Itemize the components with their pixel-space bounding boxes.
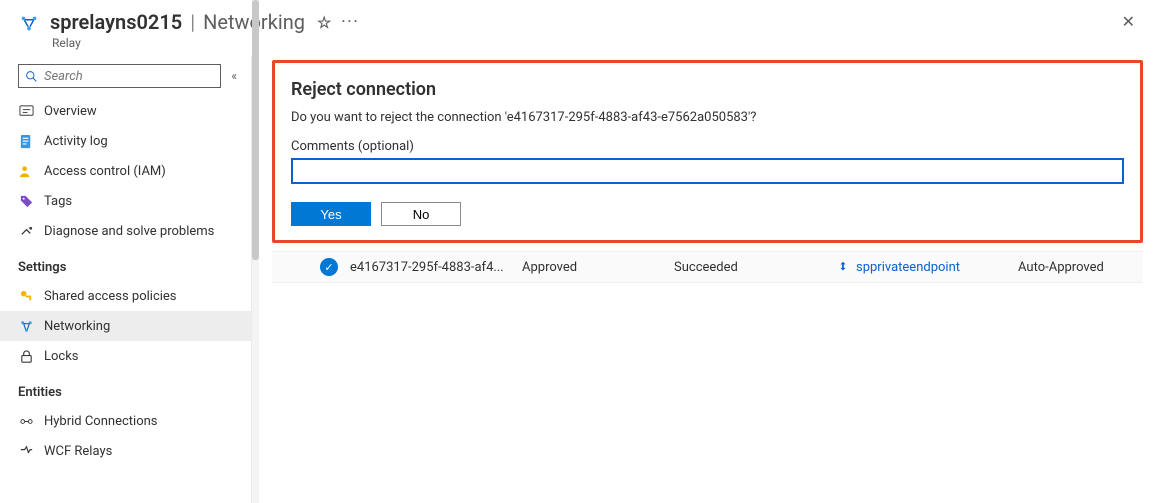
sidebar-item-hybrid-connections[interactable]: Hybrid Connections	[0, 406, 251, 436]
lock-icon	[18, 348, 34, 364]
sidebar-item-networking[interactable]: Networking	[0, 311, 251, 341]
networking-icon	[18, 318, 34, 334]
resource-name: sprelayns0215	[50, 10, 182, 34]
row-description: Auto-Approved	[1018, 260, 1143, 275]
more-actions-button[interactable]: ···	[341, 14, 359, 30]
row-connection-name: e4167317-295f-4883-af4...	[350, 260, 510, 275]
sidebar-heading-settings: Settings	[0, 246, 251, 281]
row-connection-state: Approved	[522, 260, 662, 275]
sidebar-item-label: WCF Relays	[44, 444, 112, 459]
dialog-title: Reject connection	[291, 79, 1124, 100]
sidebar-item-label: Locks	[44, 349, 79, 364]
search-placeholder: Search	[44, 69, 83, 84]
main-content: Reject connection Do you want to reject …	[252, 56, 1155, 503]
sidebar-item-label: Access control (IAM)	[44, 164, 166, 179]
page-header: sprelayns0215 | Networking ☆ ··· Relay ✕	[0, 0, 1155, 56]
connection-row[interactable]: ✓ e4167317-295f-4883-af4... Approved Suc…	[272, 251, 1143, 283]
collapse-sidebar-button[interactable]: «	[227, 69, 241, 83]
sidebar-item-label: Overview	[44, 104, 97, 119]
row-private-endpoint-link[interactable]: spprivateendpoint	[836, 260, 1006, 275]
resource-sidebar: Search « Overview Activity log	[0, 56, 252, 503]
sidebar-item-label: Diagnose and solve problems	[44, 224, 214, 239]
access-control-icon	[18, 163, 34, 179]
sidebar-item-overview[interactable]: Overview	[0, 96, 251, 126]
close-blade-button[interactable]: ✕	[1116, 10, 1141, 33]
sidebar-item-locks[interactable]: Locks	[0, 341, 251, 371]
diagnose-icon	[18, 223, 34, 239]
hybrid-connections-icon	[18, 413, 34, 429]
sidebar-item-diagnose[interactable]: Diagnose and solve problems	[0, 216, 251, 246]
comments-input[interactable]	[291, 158, 1124, 184]
resource-type-label: Relay	[52, 36, 360, 50]
sidebar-item-label: Hybrid Connections	[44, 414, 158, 429]
sidebar-search-input[interactable]: Search	[18, 64, 221, 88]
row-checkbox-checked[interactable]: ✓	[320, 258, 338, 276]
sidebar-item-label: Activity log	[44, 134, 108, 149]
sidebar-heading-entities: Entities	[0, 371, 251, 406]
tags-icon	[18, 193, 34, 209]
sidebar-item-activity-log[interactable]: Activity log	[0, 126, 251, 156]
page-title: sprelayns0215 | Networking ☆ ···	[50, 10, 360, 34]
activity-log-icon	[18, 133, 34, 149]
sidebar-item-access-control[interactable]: Access control (IAM)	[0, 156, 251, 186]
dialog-message: Do you want to reject the connection 'e4…	[291, 110, 1124, 125]
favorite-star-icon[interactable]: ☆	[317, 13, 331, 32]
sidebar-item-tags[interactable]: Tags	[0, 186, 251, 216]
sidebar-item-label: Networking	[44, 319, 110, 334]
sidebar-item-label: Shared access policies	[44, 289, 177, 304]
sidebar-item-wcf-relays[interactable]: WCF Relays	[0, 436, 251, 466]
reject-connection-dialog: Reject connection Do you want to reject …	[272, 60, 1143, 243]
sidebar-item-shared-access[interactable]: Shared access policies	[0, 281, 251, 311]
overview-icon	[18, 103, 34, 119]
wcf-relays-icon	[18, 443, 34, 459]
comments-label: Comments (optional)	[291, 139, 1124, 154]
key-icon	[18, 288, 34, 304]
private-endpoint-icon	[836, 260, 850, 274]
relay-resource-icon	[18, 12, 40, 38]
row-provisioning-state: Succeeded	[674, 260, 824, 275]
yes-button[interactable]: Yes	[291, 202, 371, 226]
sidebar-item-label: Tags	[44, 194, 72, 209]
search-icon	[25, 70, 38, 83]
no-button[interactable]: No	[381, 202, 461, 226]
